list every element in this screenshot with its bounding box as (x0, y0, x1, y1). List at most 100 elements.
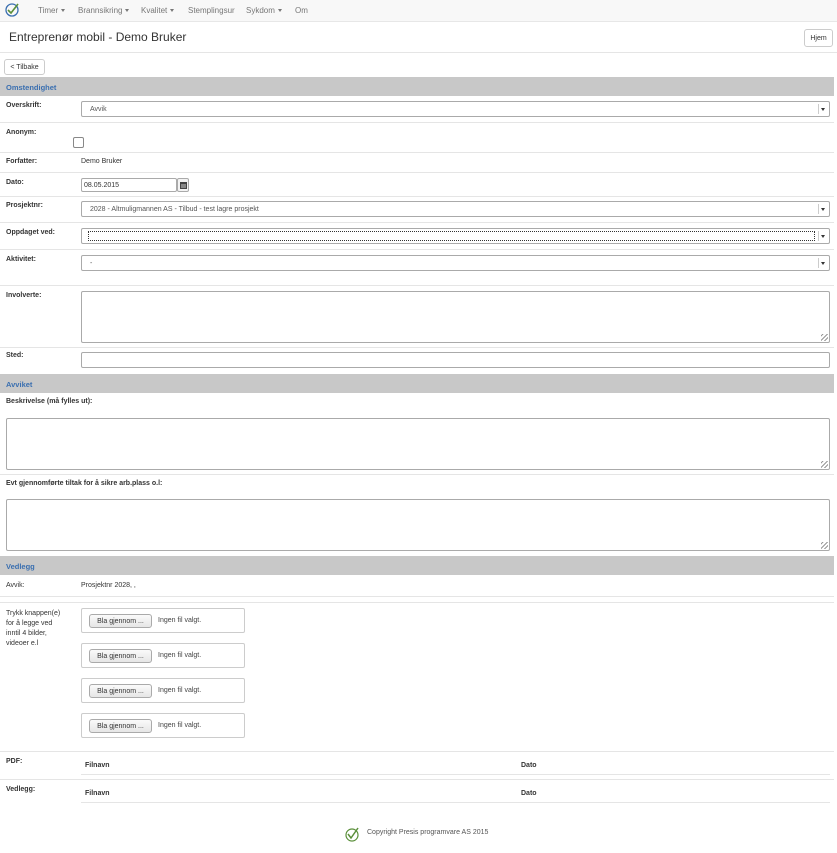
select-value: - (90, 260, 93, 267)
involverte-label: Involverte: (6, 292, 42, 299)
dropdown-arrow-icon (818, 231, 827, 241)
pdf-label: PDF: (6, 758, 23, 765)
dato-label: Dato: (6, 179, 24, 186)
upload-instructions: Trykk knappen(e) for å legge ved inntil … (6, 610, 61, 647)
file-status: Ingen fil valgt. (158, 687, 202, 694)
caret-down-icon (125, 9, 130, 13)
resize-grip-icon[interactable] (821, 542, 828, 549)
aktivitet-select[interactable]: - (81, 255, 830, 271)
vedlegg-col-filnavn: Filnavn (85, 790, 110, 797)
dato-input[interactable]: 08.05.2015 (81, 178, 177, 192)
aktivitet-label: Aktivitet: (6, 256, 36, 263)
nav-item-label: Sykdom (246, 6, 275, 15)
beskrivelse-label: Beskrivelse (må fylles ut): (6, 398, 93, 405)
anonym-label: Anonym: (6, 129, 37, 136)
row-divider (0, 779, 834, 780)
table-divider (81, 802, 830, 803)
prosjektnr-label: Prosjektnr: (6, 202, 43, 209)
calendar-button[interactable] (177, 178, 189, 192)
avvik-label: Avvik: (6, 582, 25, 589)
nav-item-kvalitet[interactable]: Kvalitet (141, 6, 175, 15)
anonym-checkbox[interactable] (73, 137, 84, 148)
navbar: Timer Brannsikring Kvalitet Stemplingsur… (0, 0, 837, 22)
pdf-col-filnavn: Filnavn (85, 762, 110, 769)
nav-item-stemplingsur[interactable]: Stemplingsur (188, 6, 235, 15)
beskrivelse-textarea[interactable] (6, 418, 830, 470)
file-input-3[interactable]: Bla gjennom ... Ingen fil valgt. (81, 678, 245, 703)
tiltak-label: Evt gjennomførte tiltak for å sikre arb.… (6, 480, 163, 487)
forfatter-value: Demo Bruker (81, 158, 123, 165)
section-header-avviket: Avviket (0, 374, 834, 393)
overskrift-select[interactable]: Avvik (81, 101, 830, 117)
nav-item-sykdom[interactable]: Sykdom (246, 6, 282, 15)
row-divider (0, 222, 834, 223)
nav-item-timer[interactable]: Timer (38, 6, 66, 15)
browse-button[interactable]: Bla gjennom ... (89, 614, 152, 628)
focus-ring (88, 231, 815, 241)
footer-logo-icon (345, 827, 359, 842)
page-title: Entreprenør mobil - Demo Bruker (9, 30, 187, 44)
row-divider (0, 196, 834, 197)
oppdaget-ved-select[interactable] (81, 228, 830, 244)
row-divider (0, 347, 834, 348)
nav-item-om[interactable]: Om (295, 6, 308, 15)
dropdown-arrow-icon (818, 258, 827, 268)
row-divider (0, 122, 834, 123)
nav-item-label: Stemplingsur (188, 6, 235, 15)
caret-down-icon (61, 9, 66, 13)
header-divider (0, 52, 837, 53)
caret-down-icon (277, 9, 282, 13)
row-divider (0, 602, 834, 603)
dato-value: 08.05.2015 (84, 182, 120, 189)
prosjektnr-select[interactable]: 2028 - Altmuligmannen AS - Tilbud - test… (81, 201, 830, 217)
caret-down-icon (170, 9, 175, 13)
sted-label: Sted: (6, 352, 24, 359)
section-header-vedlegg: Vedlegg (0, 556, 834, 575)
nav-item-label: Kvalitet (141, 6, 168, 15)
section-title: Avviket (6, 380, 33, 389)
home-button[interactable]: Hjem (804, 29, 833, 47)
back-button[interactable]: < Tilbake (4, 59, 45, 75)
row-divider (0, 172, 834, 173)
dropdown-arrow-icon (818, 104, 827, 114)
forfatter-label: Forfatter: (6, 158, 38, 165)
vedlegg-label: Vedlegg: (6, 786, 36, 793)
logo-icon[interactable] (4, 2, 20, 18)
row-divider (0, 152, 834, 153)
section-header-omstendighet: Omstendighet (0, 77, 834, 96)
calendar-icon (180, 182, 187, 189)
oppdaget-ved-label: Oppdaget ved: (6, 229, 56, 236)
file-status: Ingen fil valgt. (158, 652, 202, 659)
nav-item-label: Timer (38, 6, 59, 15)
file-status: Ingen fil valgt. (158, 617, 202, 624)
browse-button[interactable]: Bla gjennom ... (89, 649, 152, 663)
avvik-value: Prosjektnr 2028, , (81, 582, 136, 589)
sted-input[interactable] (81, 352, 830, 368)
file-status: Ingen fil valgt. (158, 722, 202, 729)
row-divider (0, 751, 834, 752)
row-divider (0, 596, 834, 597)
nav-item-label: Om (295, 6, 308, 15)
tiltak-textarea[interactable] (6, 499, 830, 551)
nav-item-brannsikring[interactable]: Brannsikring (78, 6, 130, 15)
browse-button[interactable]: Bla gjennom ... (89, 719, 152, 733)
select-value: 2028 - Altmuligmannen AS - Tilbud - test… (90, 206, 259, 213)
resize-grip-icon[interactable] (821, 461, 828, 468)
row-divider (0, 285, 834, 286)
vedlegg-col-dato: Dato (521, 790, 537, 797)
involverte-textarea[interactable] (81, 291, 830, 343)
overskrift-label: Overskrift: (6, 102, 42, 109)
row-divider (0, 474, 834, 475)
resize-grip-icon[interactable] (821, 334, 828, 341)
section-title: Omstendighet (6, 83, 57, 92)
dropdown-arrow-icon (818, 204, 827, 214)
row-divider (0, 249, 834, 250)
file-input-4[interactable]: Bla gjennom ... Ingen fil valgt. (81, 713, 245, 738)
browse-button[interactable]: Bla gjennom ... (89, 684, 152, 698)
pdf-col-dato: Dato (521, 762, 537, 769)
section-title: Vedlegg (6, 562, 35, 571)
file-input-2[interactable]: Bla gjennom ... Ingen fil valgt. (81, 643, 245, 668)
file-input-1[interactable]: Bla gjennom ... Ingen fil valgt. (81, 608, 245, 633)
select-value: Avvik (90, 106, 107, 113)
copyright-text: Copyright Presis programvare AS 2015 (367, 829, 489, 836)
